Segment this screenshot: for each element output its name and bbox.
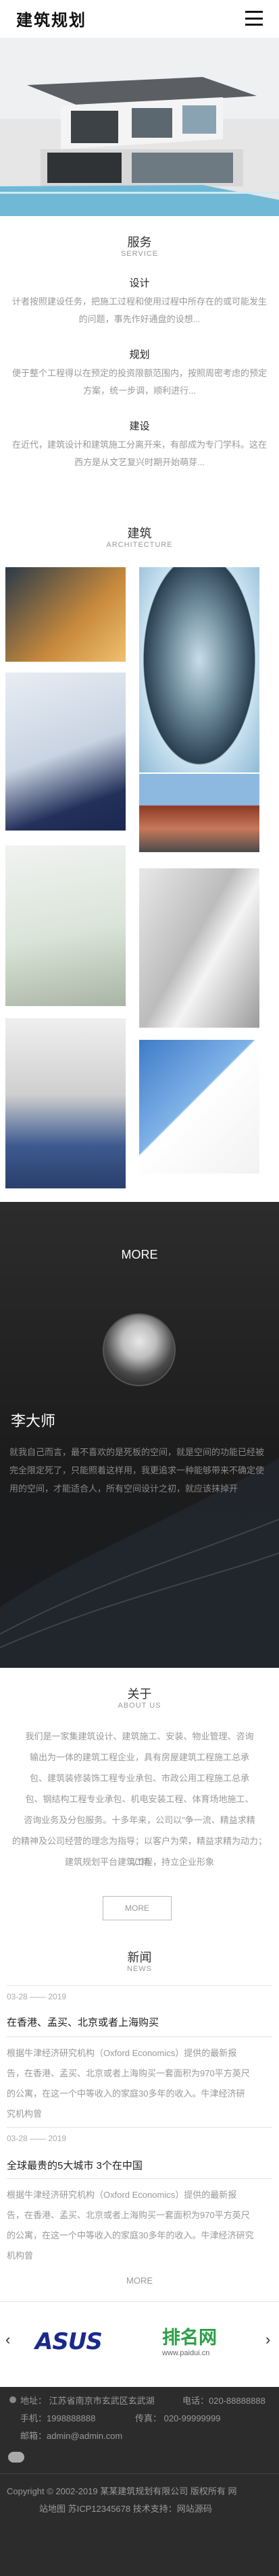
news-subtitle: NEWS xyxy=(127,1965,152,1973)
news-desc-2-line-2: 告，在香港、孟买、北京或者上海购买一套面积为970平方英尺 xyxy=(7,2210,250,2220)
service-desc-construction: 在近代，建筑设计和建筑施工分离开来，有部成为专门学科。这在西方是从文艺复兴时期开… xyxy=(11,440,267,467)
master-name: 李大师 xyxy=(11,1413,56,1429)
news-divider xyxy=(7,1985,272,1986)
service-desc-design: 计者按照建设任务，把施工过程和使用过程中所存在的或可能发生的问题，事先作好通盘的… xyxy=(11,296,267,324)
footer-icp[interactable]: 站地图 苏ICP12345678 技术支持：网站源码 xyxy=(39,2502,212,2515)
partner-logo-paidui-text: 排名网 xyxy=(162,2328,217,2348)
partners-divider xyxy=(0,2301,279,2302)
hero-banner xyxy=(0,38,279,216)
header: 建筑规划 xyxy=(0,0,279,38)
architecture-title: 建筑 xyxy=(127,527,152,540)
architecture-photo-8[interactable] xyxy=(139,1040,259,1174)
about-line-2: 输出为一体的建筑工程企业，具有房屋建筑工程施工总承 xyxy=(29,1752,249,1762)
news-divider xyxy=(7,2178,272,2179)
news-desc-2-line-4: 机构曾 xyxy=(7,2251,34,2261)
architecture-photo-1[interactable] xyxy=(5,567,126,662)
architecture-subtitle: ARCHITECTURE xyxy=(106,541,173,549)
news-date-2: 03-28 —— 2019 xyxy=(7,2134,67,2143)
footer-phone: 电话：020-88888888 xyxy=(182,2396,265,2406)
footer-divider xyxy=(0,2473,279,2474)
location-icon xyxy=(9,2396,16,2403)
footer-address: 地址： 江苏省南京市玄武区玄武湖 xyxy=(20,2396,155,2406)
footer-email[interactable]: 邮箱：admin@admin.com xyxy=(20,2429,122,2442)
prev-arrow-icon[interactable]: ‹ xyxy=(5,2331,10,2348)
news-desc-2-line-1: 根据牛津经济研究机构（Oxford Economics）提供的最新报 xyxy=(7,2190,237,2200)
about-line-4: 包、钢结构工程专业承包、机电安装工程、体育场地施工、 xyxy=(25,1794,254,1804)
architecture-photo-7[interactable] xyxy=(139,868,259,1028)
footer: 地址： 江苏省南京市玄武区玄武湖 电话：020-88888888 手机：1998… xyxy=(0,2387,279,2576)
service-desc-planning: 便于整个工程得以在预定的投资限额范围内，按照周密考虑的预定方案，统一步调，顺利进… xyxy=(11,368,267,396)
news-divider xyxy=(7,2127,272,2128)
master-avatar xyxy=(103,1313,176,1386)
news-more-link[interactable]: MORE xyxy=(0,2276,279,2286)
about-line-3: 包、建筑装修装饰工程专业承包、市政公用工程施工总承 xyxy=(29,1773,249,1783)
wechat-icon[interactable] xyxy=(8,2452,24,2463)
site-logo[interactable]: 建筑规划 xyxy=(16,7,86,30)
next-arrow-icon[interactable]: › xyxy=(265,2331,270,2348)
partner-logo-paidui-url: www.paidui.cn xyxy=(162,2349,210,2357)
services-subtitle: SERVICE xyxy=(120,250,159,258)
service-title-construction[interactable]: 建设 xyxy=(0,419,279,433)
architecture-photo-6[interactable] xyxy=(139,774,259,852)
master-desc: 就我自己而言，最不喜欢的是死板的空间，就是空间的功能已经被完全限定死了，只能照着… xyxy=(9,1447,265,1494)
menu-icon[interactable] xyxy=(245,11,263,26)
about-more-button[interactable]: MORE xyxy=(103,1896,172,1920)
news-desc-1-line-2: 告，在香港、孟买、北京或者上海购买一套面积为970平方英尺 xyxy=(7,2068,250,2078)
about-subtitle: ABOUT US xyxy=(118,1702,161,1710)
news-desc-1-line-1: 根据牛津经济研究机构（Oxford Economics）提供的最新报 xyxy=(7,2048,237,2058)
news-date-1: 03-28 —— 2019 xyxy=(7,1992,67,2001)
footer-copyright: Copyright © 2002-2019 某某建筑规划有限公司 版权所有 网 xyxy=(7,2486,237,2496)
service-title-planning[interactable]: 规划 xyxy=(0,347,279,361)
about-line-7: 建筑规划平台建筑工程，持立企业形象 xyxy=(64,1857,214,1867)
news-title-1[interactable]: 在香港、孟买、北京或者上海购买 xyxy=(7,2015,159,2029)
news-divider xyxy=(7,2036,272,2037)
footer-fax: 传真： 020-99999999 xyxy=(135,2413,221,2423)
partner-logo-asus[interactable]: ASUS xyxy=(35,2328,131,2357)
service-title-design[interactable]: 设计 xyxy=(0,275,279,290)
news-desc-1-line-3: 的公寓，在这一个中等收入的家庭30多年的收入。牛津经济研 xyxy=(7,2088,245,2099)
news-desc-2-line-3: 的公寓，在这一个中等收入的家庭30多年的收入。牛津经济研究 xyxy=(7,2230,254,2240)
about-line-5: 咨询业务及分包服务。十多年来，公司以"争一流、精益求精 xyxy=(24,1815,255,1825)
master-section: MORE 李大师 就我自己而言，最不喜欢的是死板的空间，就是空间的功能已经被完全… xyxy=(0,1202,279,1668)
news-title: 新闻 xyxy=(127,1951,152,1964)
about-line-1: 我们是一家集建筑设计、建筑施工、安装、物业管理、咨询 xyxy=(25,1731,254,1741)
architecture-photo-4[interactable] xyxy=(5,1018,126,1188)
architecture-photo-3[interactable] xyxy=(5,845,126,1006)
news-title-2[interactable]: 全球最贵的5大城市 3个在中国 xyxy=(7,2158,143,2172)
footer-mobile: 手机：1998888888 xyxy=(20,2413,96,2423)
about-title: 关于 xyxy=(127,1687,152,1701)
services-title: 服务 xyxy=(127,236,152,249)
architecture-photo-5[interactable] xyxy=(139,567,259,772)
news-desc-1-line-4: 究机构曾 xyxy=(7,2109,43,2119)
more-heading[interactable]: MORE xyxy=(0,1248,279,1262)
architecture-photo-2[interactable] xyxy=(5,673,126,831)
partner-logo-paidui[interactable]: 排名网 www.paidui.cn xyxy=(162,2323,243,2357)
